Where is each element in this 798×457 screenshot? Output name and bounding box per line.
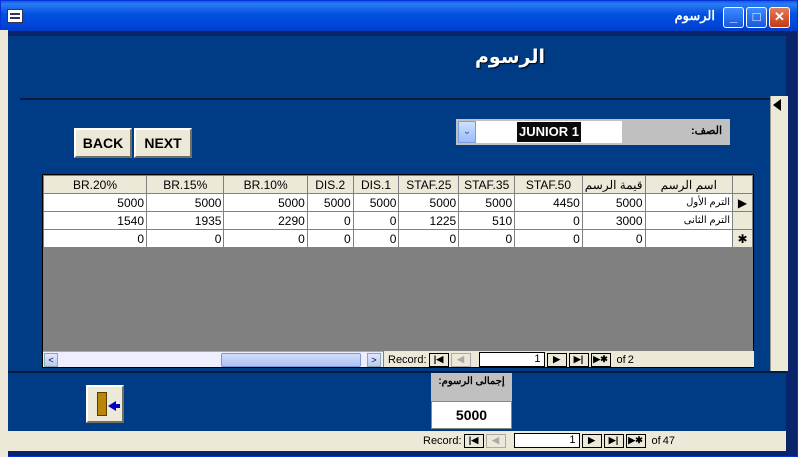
fee-value-cell[interactable]: 5000: [398, 193, 460, 212]
fee-value-cell[interactable]: 3000: [581, 211, 646, 230]
window-title: الرسوم: [674, 8, 715, 23]
record-selector[interactable]: ✱: [732, 229, 753, 248]
form-previous-record-icon: ◀: [485, 433, 506, 448]
fee-value-cell[interactable]: 5000: [352, 193, 400, 212]
fee-value-cell[interactable]: 5000: [223, 193, 308, 212]
fee-value-cell[interactable]: 5000: [306, 193, 354, 212]
scroll-left-icon[interactable]: <: [44, 353, 58, 367]
fee-value-cell[interactable]: 0: [306, 229, 354, 248]
fee-value-cell[interactable]: 5000: [458, 193, 516, 212]
fee-value-cell[interactable]: 0: [306, 211, 354, 230]
back-button[interactable]: BACK: [74, 128, 132, 158]
fee-value-cell[interactable]: 0: [581, 229, 646, 248]
record-selector[interactable]: ▶: [732, 193, 753, 212]
record-selector-bar[interactable]: [770, 96, 788, 371]
record-number-input[interactable]: 1: [478, 352, 545, 367]
column-header[interactable]: BR.20%: [43, 175, 147, 194]
fee-value-cell[interactable]: 0: [43, 229, 147, 248]
horizontal-scrollbar[interactable]: < >: [43, 351, 383, 367]
maximize-button[interactable]: □: [746, 7, 767, 28]
previous-record-icon: ◀: [450, 352, 471, 367]
column-header[interactable]: DIS.2: [306, 175, 354, 194]
title-bar: الرسوم _ □ ✕: [1, 1, 797, 31]
fee-value-cell[interactable]: 1935: [145, 211, 225, 230]
selector-header: [732, 175, 753, 194]
record-label: Record:: [388, 353, 427, 366]
record-of-label: of: [616, 353, 626, 366]
fee-value-cell[interactable]: 5000: [43, 193, 147, 212]
total-fees-label: إجمالى الرسوم:: [431, 373, 512, 401]
fee-value-cell[interactable]: 0: [458, 229, 516, 248]
fee-value-cell[interactable]: 0: [398, 229, 460, 248]
form-record-label: Record:: [423, 434, 462, 447]
table-row[interactable]: 5000 5000 5000 5000 5000 5000 5000 4450 5000 التر…: [43, 193, 753, 212]
record-total: 2: [627, 353, 634, 366]
new-record-icon[interactable]: ▶✱: [590, 352, 611, 367]
exit-button[interactable]: [86, 385, 124, 423]
fee-value-cell[interactable]: 4450: [514, 193, 583, 212]
class-combo-value[interactable]: JUNIOR 1: [476, 121, 622, 143]
subform-navigation: Record: |◀ ◀ 1 ▶ ▶| ▶✱ of 2: [384, 351, 754, 367]
fee-value-cell[interactable]: 0: [352, 211, 400, 230]
window-border: [0, 30, 8, 457]
fee-value-cell[interactable]: 1540: [43, 211, 147, 230]
fee-value-cell[interactable]: 5000: [145, 193, 225, 212]
column-header[interactable]: قيمة الرسم: [581, 175, 646, 194]
fees-table: BR.20% BR.15% BR.10% DIS.2 DIS.1 STAF.25…: [43, 175, 753, 248]
scroll-right-icon[interactable]: >: [367, 353, 381, 367]
minimize-button[interactable]: _: [723, 7, 744, 28]
fee-value-cell[interactable]: 0: [514, 229, 583, 248]
fee-name-cell[interactable]: الترم الأول: [644, 193, 734, 212]
form-record-number-input[interactable]: 1: [513, 433, 580, 448]
record-selector-icon: [773, 99, 781, 111]
close-button[interactable]: ✕: [769, 7, 790, 28]
last-record-icon[interactable]: ▶|: [568, 352, 589, 367]
table-row[interactable]: 0 0 0 0 0 0 0 0 0 ✱: [43, 229, 753, 248]
table-row[interactable]: 1540 1935 2290 0 0 1225 510 0 3000 الترم الثانى: [43, 211, 753, 230]
exit-arrow-tail: [115, 404, 120, 408]
class-label: الصف:: [691, 125, 722, 137]
column-header[interactable]: BR.10%: [223, 175, 308, 194]
fee-value-cell[interactable]: 0: [145, 229, 225, 248]
form-first-record-icon[interactable]: |◀: [463, 433, 484, 448]
scroll-thumb[interactable]: [221, 353, 361, 367]
class-selector: ⌄ JUNIOR 1 الصف:: [456, 119, 730, 145]
fee-value-cell[interactable]: 2290: [223, 211, 308, 230]
form-new-record-icon[interactable]: ▶✱: [625, 433, 646, 448]
form-navigation: Record: |◀ ◀ 1 ▶ ▶| ▶✱ of 47: [8, 431, 786, 451]
next-record-icon[interactable]: ▶: [546, 352, 567, 367]
column-header[interactable]: BR.15%: [145, 175, 225, 194]
column-header[interactable]: STAF.50: [514, 175, 583, 194]
exit-door-icon: [97, 392, 107, 416]
column-header[interactable]: STAF.35: [458, 175, 516, 194]
fee-value-cell[interactable]: 1225: [398, 211, 460, 230]
fee-name-cell[interactable]: الترم الثانى: [644, 211, 734, 230]
form-next-record-icon[interactable]: ▶: [581, 433, 602, 448]
form-footer-divider: [8, 371, 786, 373]
fee-name-cell[interactable]: [644, 229, 734, 248]
dropdown-arrow-icon[interactable]: ⌄: [458, 121, 476, 143]
first-record-icon[interactable]: |◀: [428, 352, 449, 367]
fee-value-cell[interactable]: 0: [223, 229, 308, 248]
form-last-record-icon[interactable]: ▶|: [603, 433, 624, 448]
app-icon[interactable]: [7, 9, 23, 23]
fees-datasheet: BR.20% BR.15% BR.10% DIS.2 DIS.1 STAF.25…: [42, 174, 754, 368]
form-record-of-label: of: [651, 434, 661, 447]
total-fees-value: 5000: [431, 401, 512, 429]
column-header[interactable]: اسم الرسم: [644, 175, 734, 194]
fee-value-cell[interactable]: 510: [458, 211, 516, 230]
column-header[interactable]: STAF.25: [398, 175, 460, 194]
next-button[interactable]: NEXT: [134, 128, 192, 158]
fee-value-cell[interactable]: 5000: [581, 193, 646, 212]
form-header: [20, 36, 786, 100]
form-record-total: 47: [662, 434, 675, 447]
fee-value-cell[interactable]: 0: [352, 229, 400, 248]
fee-value-cell[interactable]: 0: [514, 211, 583, 230]
record-selector[interactable]: [732, 211, 753, 230]
form-title: الرسوم: [475, 46, 545, 68]
class-value-text: JUNIOR 1: [517, 122, 581, 142]
header-row: BR.20% BR.15% BR.10% DIS.2 DIS.1 STAF.25…: [43, 175, 753, 194]
column-header[interactable]: DIS.1: [352, 175, 400, 194]
